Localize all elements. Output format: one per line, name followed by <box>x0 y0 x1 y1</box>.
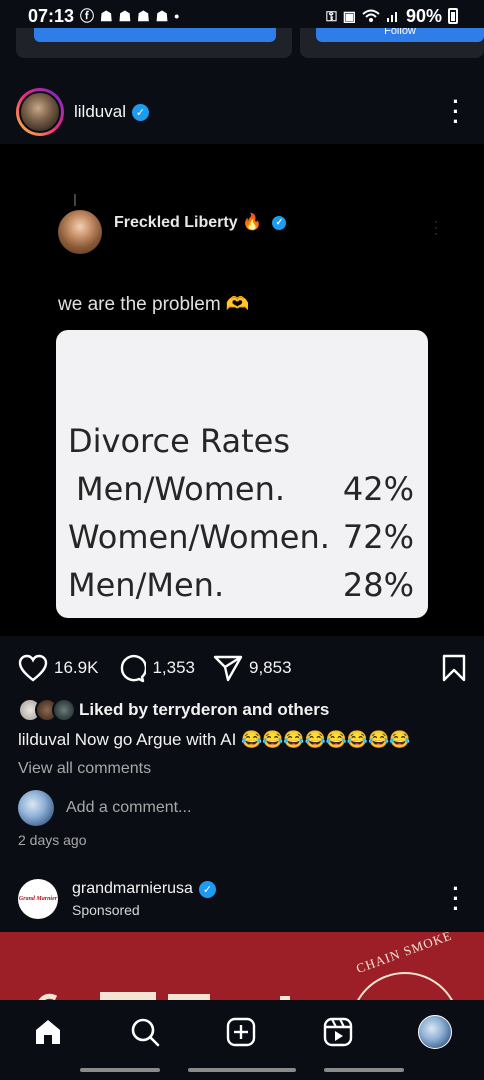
row-value: 28% <box>342 566 414 604</box>
tweet-author-avatar <box>58 210 102 254</box>
snapchat-icon: ☗ <box>100 7 113 24</box>
more-options-icon[interactable]: · · · <box>444 91 468 133</box>
wifi-icon <box>362 9 380 22</box>
more-options-icon[interactable]: · · · <box>444 878 468 920</box>
sponsored-username[interactable]: grandmarnierusa ✓ <box>72 880 216 898</box>
snapchat-icon: ☗ <box>155 7 169 24</box>
sponsored-label: Sponsored <box>72 902 140 918</box>
create-icon[interactable] <box>225 1016 257 1048</box>
verified-badge-icon: ✓ <box>131 104 149 122</box>
avatar[interactable]: Grand Marnier <box>18 879 58 919</box>
caption-username[interactable]: lilduval <box>18 730 70 749</box>
system-nav-back[interactable] <box>324 1068 404 1072</box>
tweet-text: we are the problem 🫶 <box>58 294 250 315</box>
snapchat-icon: ☗ <box>137 7 150 24</box>
row-label: Men/Women. <box>76 470 286 508</box>
sponsored-post-header: Grand Marnier grandmarnierusa ✓ Sponsored… <box>0 874 484 924</box>
post-caption: lilduval Now go Argue with AI 😂😂😂😂😂😂😂😂 <box>18 730 410 750</box>
save-button[interactable] <box>442 654 466 682</box>
thread-line <box>74 194 76 206</box>
post-media[interactable]: Freckled Liberty 🔥 ✓ · · · we are the prob… <box>0 144 484 636</box>
like-button[interactable]: 16.9K <box>18 654 98 682</box>
liked-by-text: Liked by terryderon and others <box>79 700 330 719</box>
battery-percentage: 90% <box>405 5 442 26</box>
follow-button[interactable]: Follow <box>316 28 484 42</box>
post-username[interactable]: lilduval ✓ <box>74 102 149 122</box>
profile-avatar[interactable] <box>418 1015 452 1049</box>
avatar[interactable] <box>19 91 61 133</box>
ad-media[interactable]: CHAIN SMOKE <box>0 932 484 1002</box>
shares-count: 9,853 <box>248 658 292 677</box>
post-actions: 16.9K 1,353 9,853 <box>0 648 484 688</box>
post-header: lilduval ✓ · · · <box>0 86 484 138</box>
dot-icon: • <box>174 8 180 24</box>
battery-saver-icon: ▣ <box>342 7 356 24</box>
avatar <box>18 790 54 826</box>
comment-button[interactable]: 1,353 <box>116 653 195 683</box>
facebook-icon: ⓕ <box>80 8 95 24</box>
tweet-author-name: Freckled Liberty 🔥 ✓ <box>114 212 287 232</box>
caption-text: Now go Argue with AI <box>74 730 237 749</box>
divorce-rates-card: Divorce Rates Men/Women. 42% Women/Women… <box>56 330 428 618</box>
comment-icon <box>121 654 147 683</box>
reels-icon[interactable] <box>322 1016 354 1048</box>
fire-icon: 🔥 <box>242 214 262 231</box>
snapchat-icon: ☗ <box>118 7 132 24</box>
battery-icon <box>448 8 458 24</box>
bookmark-icon <box>442 654 466 682</box>
send-icon <box>213 655 243 682</box>
row-label: Women/Women. <box>68 518 330 556</box>
caption-emojis: 😂😂😂😂😂😂😂😂 <box>241 730 411 749</box>
likes-count: 16.9K <box>54 658 99 677</box>
avatar <box>52 698 76 722</box>
view-all-comments-link[interactable]: View all comments <box>18 760 151 778</box>
liked-by[interactable]: Liked by terryderon and others <box>18 698 329 722</box>
post-timestamp: 2 days ago <box>18 832 87 848</box>
clock: 07:13 <box>28 5 75 26</box>
bottom-navigation <box>0 1000 484 1064</box>
comments-count: 1,353 <box>152 658 195 677</box>
card-row: Women/Women. 72% <box>68 518 414 556</box>
story-ring[interactable] <box>16 88 64 136</box>
signal-icon <box>386 12 397 22</box>
ad-badge-ring <box>350 972 460 1002</box>
verified-badge-icon: ✓ <box>198 880 216 898</box>
verified-badge-icon: ✓ <box>272 215 287 230</box>
row-label: Men/Men. <box>68 566 225 604</box>
add-comment-row[interactable]: Add a comment... <box>18 790 191 826</box>
card-row: Men/Women. 42% <box>68 470 414 508</box>
ad-badge-text: CHAIN SMOKE <box>354 932 454 977</box>
card-row: Men/Men. 28% <box>68 566 414 604</box>
row-value: 42% <box>342 470 414 508</box>
search-icon[interactable] <box>129 1016 161 1048</box>
add-comment-input[interactable]: Add a comment... <box>66 799 191 817</box>
card-title: Divorce Rates <box>68 422 290 460</box>
liker-avatars <box>18 698 76 722</box>
tweet-more-icon: · · · <box>434 214 438 240</box>
row-value: 72% <box>342 518 414 556</box>
system-nav-recents[interactable] <box>80 1068 160 1072</box>
heart-icon <box>18 654 48 682</box>
key-icon: ⚿ <box>326 7 337 24</box>
system-nav-home[interactable] <box>188 1068 296 1072</box>
previous-post-remnant: Follow <box>0 28 484 60</box>
home-icon[interactable] <box>32 1016 64 1048</box>
share-button[interactable]: 9,853 <box>213 654 292 682</box>
follow-button[interactable] <box>34 28 276 42</box>
